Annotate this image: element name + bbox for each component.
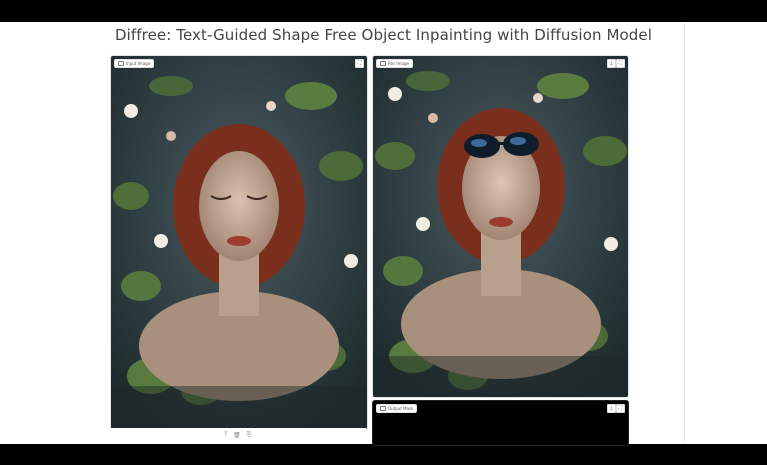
result-image-label: Res Image [376, 59, 413, 68]
trash-icon[interactable]: 🗑 [233, 432, 241, 439]
bottom-letterbox-bar [0, 444, 767, 465]
fullscreen-icon: ⛶ [618, 405, 623, 411]
input-image-panel[interactable]: Input Image ⛶ [110, 55, 368, 430]
input-fullscreen-button[interactable]: ⛶ [355, 59, 364, 68]
download-icon: ⤓ [610, 60, 613, 66]
input-image-label: Input Image [114, 59, 155, 68]
download-icon: ⤓ [610, 405, 613, 411]
fullscreen-icon: ⛶ [357, 60, 362, 66]
fullscreen-icon: ⛶ [618, 60, 623, 66]
result-download-button[interactable]: ⤓ [607, 59, 616, 68]
result-fullscreen-button[interactable]: ⛶ [616, 59, 625, 68]
page-title: Diffree: Text-Guided Shape Free Object I… [114, 26, 652, 44]
copy-icon[interactable]: ⎘ [247, 431, 252, 439]
mask-download-button[interactable]: ⤓ [607, 404, 616, 413]
page-edge-divider [684, 22, 685, 444]
upload-icon[interactable]: ⤒ [224, 431, 227, 439]
result-image [373, 56, 628, 397]
input-image-toolbar: ⤒ 🗑 ⎘ [110, 428, 366, 442]
image-icon [118, 61, 124, 66]
image-icon [380, 61, 386, 66]
output-mask-panel[interactable]: Output Mask ⤓ ⛶ [372, 400, 629, 446]
top-letterbox-bar [0, 0, 767, 22]
mask-fullscreen-button[interactable]: ⛶ [616, 404, 625, 413]
result-image-panel[interactable]: Res Image ⤓ ⛶ [372, 55, 629, 398]
input-image [111, 56, 367, 429]
image-icon [380, 406, 386, 411]
output-mask-label: Output Mask [376, 404, 418, 413]
